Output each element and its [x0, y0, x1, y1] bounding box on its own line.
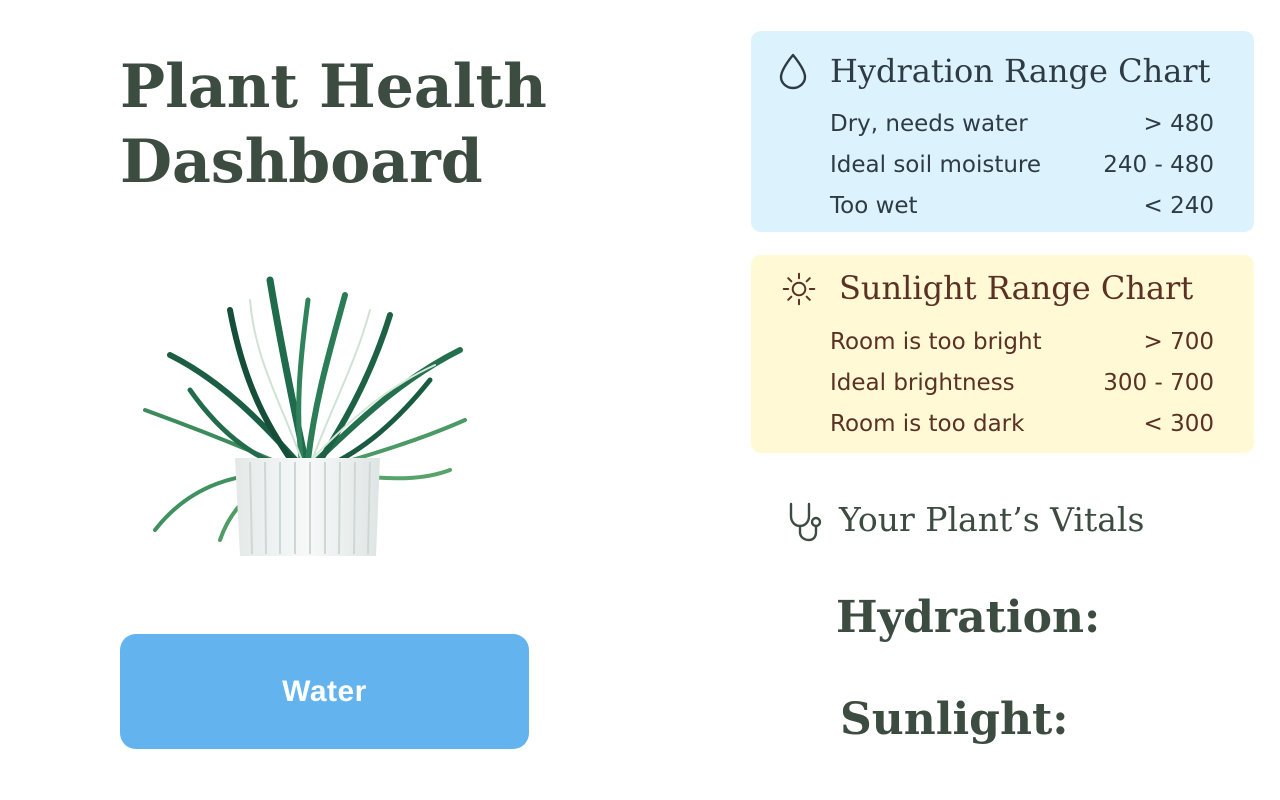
range-row: Room is too bright > 700 [830, 325, 1214, 366]
hydration-vital-label: Hydration: [836, 592, 1101, 643]
range-row: Room is too dark < 300 [830, 407, 1214, 448]
sunlight-range-list: Room is too bright > 700 Ideal brightnes… [830, 325, 1214, 448]
range-value: > 700 [1143, 329, 1214, 355]
range-value: 240 - 480 [1103, 152, 1214, 178]
sunlight-chart-title: Sunlight Range Chart [839, 269, 1194, 307]
range-value: 300 - 700 [1103, 370, 1214, 396]
range-label: Ideal soil moisture [830, 152, 1042, 178]
range-value: < 240 [1143, 193, 1214, 219]
water-button[interactable]: Water [120, 634, 529, 749]
range-label: Dry, needs water [830, 111, 1028, 137]
range-value: < 300 [1143, 411, 1214, 437]
water-drop-icon [779, 53, 807, 90]
range-value: > 480 [1143, 111, 1214, 137]
range-label: Room is too bright [830, 329, 1042, 355]
hydration-chart-title: Hydration Range Chart [830, 52, 1211, 90]
potted-plant-illustration [143, 276, 467, 556]
range-label: Ideal brightness [830, 370, 1015, 396]
hydration-range-list: Dry, needs water > 480 Ideal soil moistu… [830, 107, 1214, 230]
vitals-header: Your Plant’s Vitals [785, 496, 1255, 544]
range-row: Ideal brightness 300 - 700 [830, 366, 1214, 407]
range-row: Dry, needs water > 480 [830, 107, 1214, 148]
vitals-title: Your Plant’s Vitals [839, 500, 1145, 539]
range-row: Ideal soil moisture 240 - 480 [830, 148, 1214, 189]
range-label: Too wet [830, 193, 918, 219]
stethoscope-icon [789, 502, 822, 542]
sunlight-range-card: Sunlight Range Chart Room is too bright … [751, 255, 1254, 453]
range-row: Too wet < 240 [830, 189, 1214, 230]
sun-icon [782, 272, 816, 306]
hydration-range-card: Hydration Range Chart Dry, needs water >… [751, 31, 1254, 232]
range-label: Room is too dark [830, 411, 1025, 437]
page-title: Plant Health Dashboard [120, 52, 547, 197]
sunlight-vital-label: Sunlight: [840, 694, 1069, 745]
